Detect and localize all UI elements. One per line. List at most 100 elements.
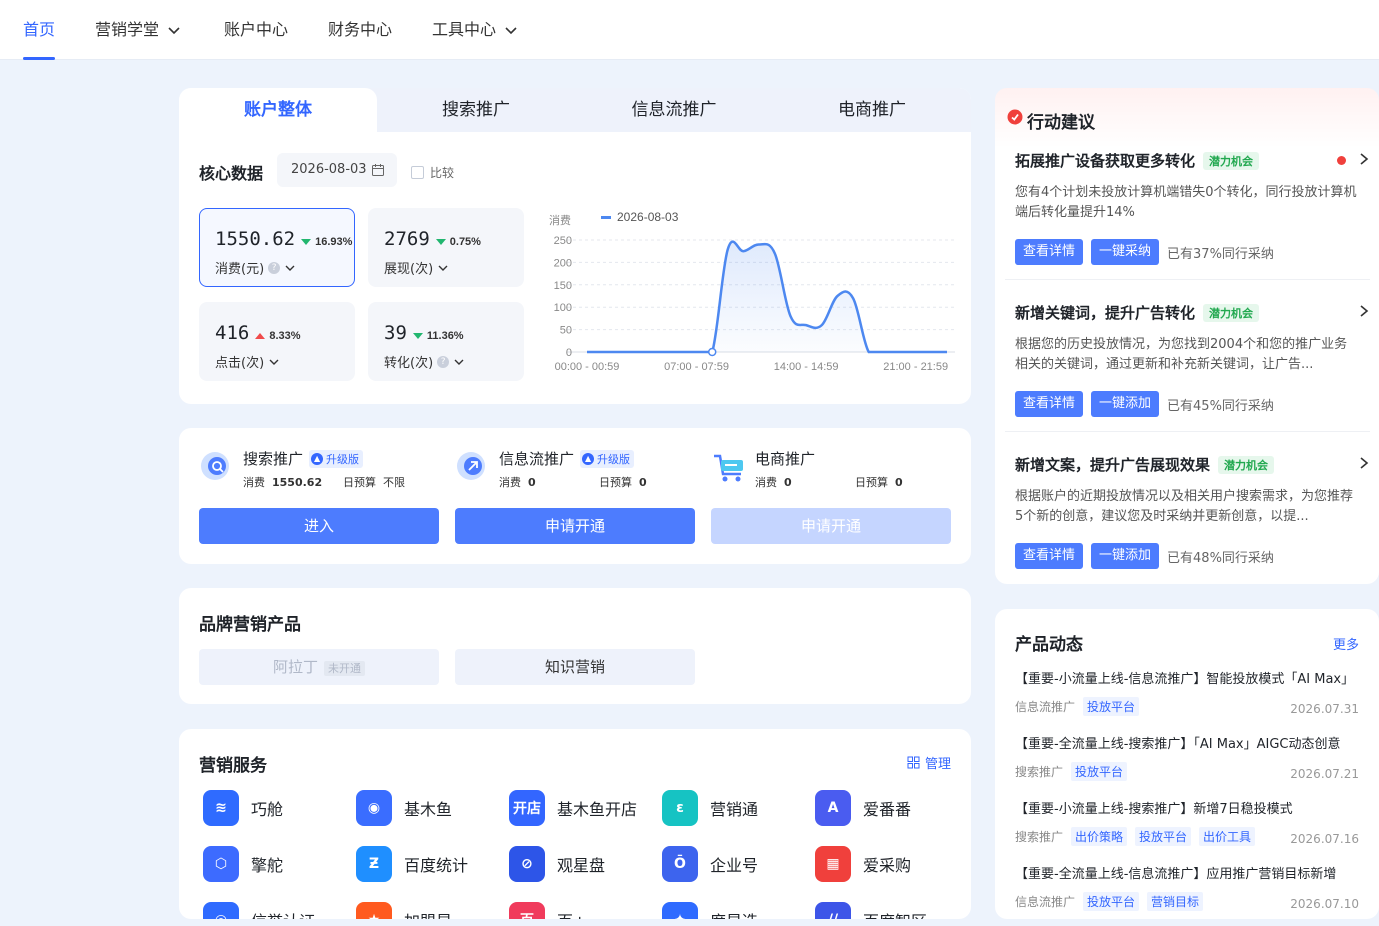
metric-clicks[interactable]: 416 8.33% 点击(次) [199,302,355,381]
legend-label[interactable]: 2026-08-03 [617,210,679,224]
view-details-button[interactable]: 查看详情 [1015,239,1084,265]
view-details-button[interactable]: 查看详情 [1015,543,1084,569]
service-item[interactable]: ε 营销通 [662,790,758,826]
brand-marketing-card: 品牌营销产品 阿拉丁 未开通 知识营销 [179,588,971,704]
service-logo-icon: 开店 [509,790,545,826]
metric-spend[interactable]: 1550.62 16.93% 消费(元)? [199,208,355,287]
divider [1005,431,1370,432]
service-logo-icon: ε [662,790,698,826]
y-axis-label: 消费 [549,213,571,227]
tab-search-promotion[interactable]: 搜索推广 [377,88,575,132]
enter-search-button[interactable]: 进入 [199,508,439,544]
service-item[interactable]: ◎信誉认证 [203,902,315,919]
up-arrow-icon [255,333,266,339]
y-tick-label: 250 [554,235,572,247]
y-tick-label: 50 [560,325,572,337]
service-item[interactable]: Ƶ 百度统计 [356,846,468,882]
news-tag: 出价策略 [1071,827,1128,846]
service-item[interactable]: ⬡ 擎舵 [203,846,283,882]
aladdin-button[interactable]: 阿拉丁 未开通 [199,649,439,685]
one-click-adopt-button[interactable]: 一键采纳 [1091,239,1160,265]
recommend-item[interactable]: 拓展推广设备获取更多转化 潜力机会 您有4个计划未投放计算机端错失0个转化，同行投… [1015,150,1370,265]
divider [1005,279,1370,280]
y-tick-label: 100 [554,302,572,314]
service-logo-icon: ◎ [203,902,239,919]
opportunity-tag: 潜力机会 [1218,455,1275,474]
news-item[interactable]: 【重要-小流量上线-信息流推广】智能投放模式「AI Max」 信息流推广 投放平台 2… [1015,668,1359,716]
x-tick-label: 21:00 - 21:59 [883,361,948,373]
manage-link[interactable]: 管理 [907,753,951,772]
nav-marketing-school[interactable]: 营销学堂 [95,0,181,60]
knowledge-marketing-button[interactable]: 知识营销 [455,649,695,685]
service-item[interactable]: //百度智区 [815,902,927,919]
service-item[interactable]: ⊘ 观星盘 [509,846,605,882]
more-link[interactable]: 更多 [1333,634,1359,653]
tab-feed-promotion[interactable]: 信息流推广 [575,88,773,132]
service-logo-icon: Ō [662,846,698,882]
one-click-add-button[interactable]: 一键添加 [1091,543,1160,569]
service-item[interactable]: 开店 基木鱼开店 [509,790,637,826]
service-item[interactable]: ★加盟星 [356,902,452,919]
services-title: 营销服务 [199,756,267,776]
service-logo-icon: ▦ [815,846,851,882]
news-tag: 出价工具 [1199,827,1256,846]
chevron-down-icon [505,27,517,35]
account-overview-card: 账户整体 搜索推广 信息流推广 电商推广 核心数据 2026-08-03 比较 … [179,88,971,404]
help-icon[interactable]: ? [437,355,450,368]
opportunity-tag: 潜力机会 [1203,303,1260,322]
service-item[interactable]: ✦度星选 [662,902,758,919]
recommend-item[interactable]: 新增关键词，提升广告转化 潜力机会 根据您的历史投放情况，为您找到2004个和您的… [1015,302,1370,417]
tab-ecommerce-promotion[interactable]: 电商推广 [773,88,971,132]
chevron-down-icon [285,265,295,271]
recommend-item[interactable]: 新增文案，提升广告展现效果 潜力机会 根据账户的近期投放情况以及相关用户搜索需求，… [1015,454,1370,569]
service-logo-icon: ◉ [356,790,392,826]
upgrade-badge: ▲ 升级版 [309,449,364,468]
news-item[interactable]: 【重要-全流量上线-信息流推广】应用推广营销目标新增 信息流推广 投放平台 营销目标 2… [1015,863,1359,911]
marketing-services-card: 营销服务 管理 ≋ 巧舱 ◉ 基木鱼 开店 基木鱼开店 ε 营销通 A 爱番番 ⬡ 擎舵 Ƶ 百度统计 ⊘ 观… [179,729,971,919]
service-item[interactable]: ◉ 基木鱼 [356,790,452,826]
one-click-add-button[interactable]: 一键添加 [1091,391,1160,417]
chevron-right-icon[interactable] [1358,152,1370,166]
news-tag: 投放平台 [1083,697,1140,716]
compare-checkbox[interactable] [411,166,424,179]
service-item[interactable]: ≋ 巧舱 [203,790,283,826]
apply-feed-button[interactable]: 申请开通 [455,508,695,544]
service-logo-icon: ≋ [203,790,239,826]
metric-conversions[interactable]: 39 11.36% 转化(次)? [368,302,524,381]
news-tag: 投放平台 [1083,892,1140,911]
chevron-right-icon[interactable] [1358,304,1370,318]
service-item[interactable]: 百百+ [509,902,586,919]
x-tick-label: 07:00 - 07:59 [664,361,729,373]
service-item[interactable]: Ō 企业号 [662,846,758,882]
upgrade-badge: ▲ 升级版 [580,449,635,468]
upgrade-icon: ▲ [311,452,324,465]
nav-tool-center[interactable]: 工具中心 [432,0,518,60]
apply-ecommerce-button[interactable]: 申请开通 [711,508,951,544]
chevron-down-icon [269,359,279,365]
help-icon[interactable]: ? [268,261,281,274]
data-point[interactable] [707,347,717,357]
nav-finance-center[interactable]: 财务中心 [328,0,392,60]
news-item[interactable]: 【重要-小流量上线-搜索推广】新增7日稳投模式 搜索推广 出价策略 投放平台 出价工具 2… [1015,798,1359,846]
nav-account-center[interactable]: 账户中心 [224,0,288,60]
chevron-right-icon[interactable] [1358,456,1370,470]
promotions-card: 搜索推广 ▲ 升级版 消费 1550.62 日预算 不限 信息流推广 ▲ 升级版 消费 … [179,428,971,564]
chevron-down-icon [454,359,464,365]
service-item[interactable]: A 爱番番 [815,790,911,826]
nav-home[interactable]: 首页 [23,0,56,60]
news-item[interactable]: 【重要-全流量上线-搜索推广】「AI Max」AIGC动态创意 搜索推广 投放平台 2… [1015,733,1359,781]
service-logo-icon: Ƶ [356,846,392,882]
down-arrow-icon [301,239,312,245]
opportunity-tag: 潜力机会 [1203,151,1260,170]
grid-icon [907,756,920,769]
compare-toggle[interactable]: 比较 [411,164,454,181]
tab-account-overall[interactable]: 账户整体 [179,88,377,132]
promo-feed: 信息流推广 ▲ 升级版 消费 0 日预算 0 [455,448,709,489]
upgrade-icon: ▲ [582,452,595,465]
core-data-title: 核心数据 [199,164,264,183]
service-item[interactable]: ▦ 爱采购 [815,846,911,882]
brand-title: 品牌营销产品 [199,615,301,635]
view-details-button[interactable]: 查看详情 [1015,391,1084,417]
metric-impressions[interactable]: 2769 0.75% 展现(次) [368,208,524,287]
date-picker[interactable]: 2026-08-03 [277,153,397,187]
